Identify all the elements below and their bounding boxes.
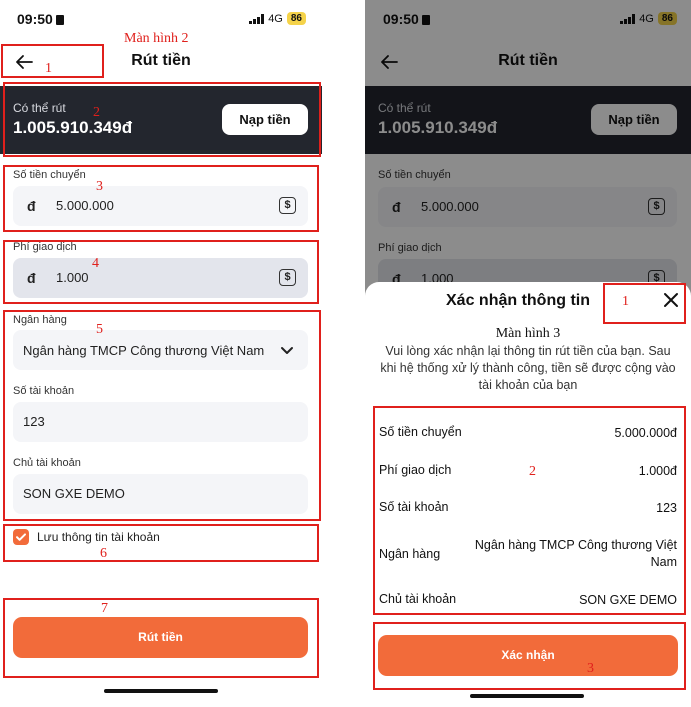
annotation-box-2: [3, 82, 321, 157]
annotation-box-1: [603, 283, 686, 324]
signal-icon: [249, 13, 265, 24]
annotation-box-7: [3, 598, 319, 678]
home-indicator: [104, 689, 218, 693]
annotation-box-6: [3, 524, 319, 562]
annotation-number-2: 2: [93, 105, 100, 120]
annotation-number-5: 5: [96, 322, 103, 337]
status-time: 09:50: [17, 11, 64, 27]
page: 09:50 4G 86 Rút tiền Có thể rút 1.005.91…: [0, 0, 691, 707]
annotation-box-5: [3, 310, 321, 521]
network-label: 4G: [268, 12, 283, 25]
home-indicator: [470, 694, 584, 698]
annotation-screen-3-title: Màn hình 3: [495, 326, 561, 341]
annotation-number-6: 6: [100, 546, 107, 561]
annotation-box-4: [3, 240, 319, 304]
sheet-message: Vui lòng xác nhận lại thông tin rút tiền…: [380, 344, 676, 392]
annotation-number-2: 2: [529, 464, 536, 479]
status-indicators: 4G 86: [249, 12, 306, 25]
annotation-screen-2-title: Màn hình 2: [124, 31, 189, 46]
annotation-box-1: [1, 44, 104, 78]
annotation-number-1: 1: [45, 61, 52, 76]
annotation-box-3: [373, 622, 686, 690]
annotation-number-3: 3: [96, 179, 103, 194]
annotation-number-4: 4: [92, 256, 99, 271]
annotation-number-3: 3: [587, 661, 594, 676]
battery-badge: 86: [286, 12, 306, 25]
annotation-box-2: [373, 406, 686, 615]
annotation-number-1: 1: [622, 294, 629, 309]
annotation-box-3: [3, 165, 319, 232]
annotation-number-7: 7: [101, 601, 108, 616]
